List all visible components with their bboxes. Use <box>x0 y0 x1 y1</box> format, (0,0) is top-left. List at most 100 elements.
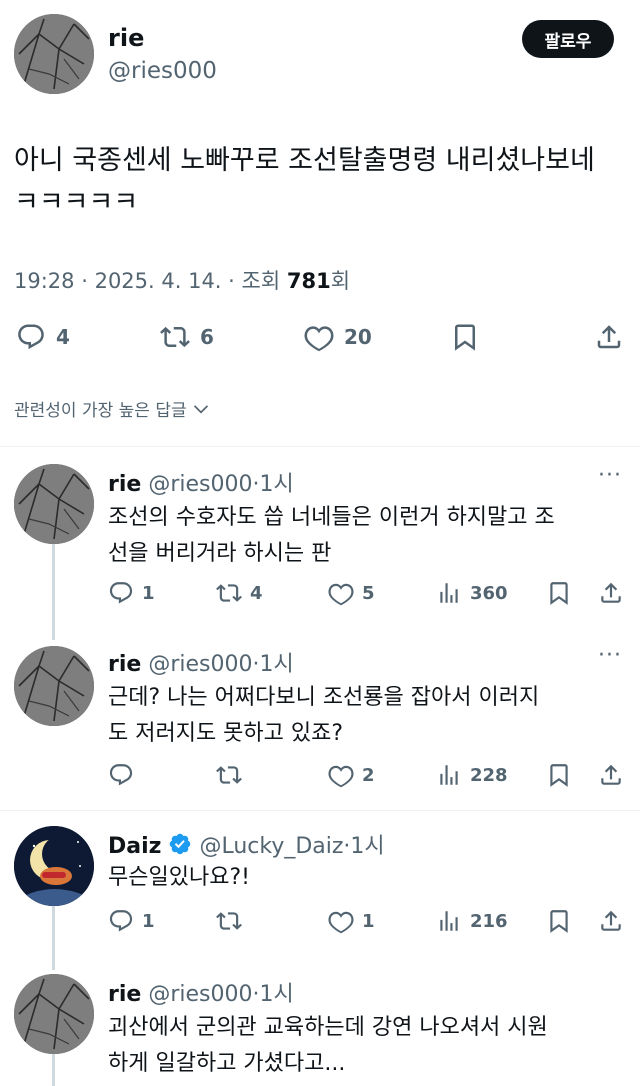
views-icon <box>436 580 462 606</box>
reply-avatar[interactable] <box>14 464 94 544</box>
reply-text: 근데? 나는 어쩌다보니 조선룡을 잡아서 이러지 도 저러지도 못하고 있죠? <box>108 680 638 752</box>
retweet-button[interactable]: 4 <box>216 580 263 606</box>
share-icon <box>598 762 624 788</box>
reply-author-name[interactable]: rie <box>108 982 141 1007</box>
views-button[interactable]: 216 <box>436 908 508 934</box>
reply-author-handle[interactable]: @ries000 <box>148 652 252 677</box>
divider <box>0 810 640 811</box>
share-icon <box>598 908 624 934</box>
retweet-button[interactable]: 6 <box>160 322 214 352</box>
reply-avatar[interactable] <box>14 826 94 906</box>
bookmark-button[interactable] <box>546 908 572 934</box>
avatar-image-icon <box>14 646 94 726</box>
like-count: 20 <box>344 325 372 349</box>
author-avatar[interactable] <box>14 14 94 94</box>
reply-text: 괴산에서 군의관 교육하는데 강연 나오셔서 시원 하게 일갈하고 가셨다고..… <box>108 1010 638 1082</box>
reply-text-line: 근데? 나는 어쩌다보니 조선룡을 잡아서 이러지 <box>108 685 540 710</box>
reply-text-line: 괴산에서 군의관 교육하는데 강연 나오셔서 시원 <box>108 1015 548 1040</box>
reply-header: rie @ries000·1시 <box>108 976 294 1008</box>
reply-icon <box>108 580 134 606</box>
tweet-date[interactable]: 2025. 4. 14. <box>95 269 222 293</box>
retweet-button[interactable] <box>216 908 242 934</box>
reply-text-line: 선을 버리거라 하시는 판 <box>108 541 332 566</box>
more-options-button[interactable]: ··· <box>598 463 622 488</box>
retweet-icon <box>216 908 242 934</box>
reply-time[interactable]: 1시 <box>259 472 293 497</box>
author-handle[interactable]: @ries000 <box>108 58 217 84</box>
share-button[interactable] <box>598 762 624 788</box>
bookmark-button[interactable] <box>546 762 572 788</box>
verified-badge-icon <box>168 832 192 856</box>
reply-author-handle[interactable]: @Lucky_Daiz <box>199 834 343 859</box>
reply-text-line: 도 저러지도 못하고 있죠? <box>108 721 344 746</box>
tweet-time[interactable]: 19:28 <box>14 269 75 293</box>
like-count: 2 <box>362 764 375 786</box>
thread-line <box>52 1050 55 1086</box>
views-count: 781 <box>286 269 331 293</box>
like-button[interactable]: 5 <box>328 580 375 606</box>
reply-author-name[interactable]: rie <box>108 652 141 677</box>
author-name[interactable]: rie <box>108 24 144 52</box>
reply-author-name[interactable]: rie <box>108 472 141 497</box>
share-button[interactable] <box>594 322 624 352</box>
like-button[interactable]: 2 <box>328 762 375 788</box>
reply-text: 조선의 수호자도 씁 너네들은 이런거 하지말고 조 선을 버리거라 하시는 판 <box>108 500 638 572</box>
reply-icon <box>108 908 134 934</box>
like-button[interactable]: 1 <box>328 908 375 934</box>
bookmark-button[interactable] <box>546 580 572 606</box>
reply-count: 1 <box>142 582 155 604</box>
reply-sort-dropdown[interactable]: 관련성이 가장 높은 답글 <box>14 396 211 421</box>
tweet-text-line: ㅋㅋㅋㅋㅋ <box>14 187 139 218</box>
retweet-icon <box>216 762 242 788</box>
meta-separator: · <box>81 269 95 293</box>
share-icon <box>598 580 624 606</box>
retweet-count: 6 <box>200 325 214 349</box>
avatar-image-icon <box>14 464 94 544</box>
reply-time[interactable]: 1시 <box>350 834 384 859</box>
reply-button[interactable] <box>108 762 134 788</box>
reply-author-handle[interactable]: @ries000 <box>148 982 252 1007</box>
reply-header: rie @ries000·1시 <box>108 466 294 498</box>
bookmark-icon <box>546 908 572 934</box>
reply-button[interactable]: 1 <box>108 580 155 606</box>
reply-count: 4 <box>56 325 70 349</box>
follow-button[interactable]: 팔로우 <box>522 20 614 58</box>
retweet-count: 4 <box>250 582 263 604</box>
chevron-down-icon <box>191 399 211 419</box>
tweet-text-line: 아니 국종센세 노빠꾸로 조선탈출명령 내리셨나보네 <box>14 145 595 176</box>
reply-button[interactable]: 4 <box>16 322 70 352</box>
reply-text: 무슨일있나요?! <box>108 860 638 896</box>
more-options-button[interactable]: ··· <box>598 643 622 668</box>
bookmark-icon <box>546 762 572 788</box>
reply-author-handle[interactable]: @ries000 <box>148 472 252 497</box>
reply-avatar[interactable] <box>14 974 94 1054</box>
reply-count: 1 <box>142 910 155 932</box>
meta-separator: · <box>228 269 242 293</box>
share-button[interactable] <box>598 580 624 606</box>
views-count: 360 <box>470 582 508 604</box>
share-icon <box>594 322 624 352</box>
views-button[interactable]: 360 <box>436 580 508 606</box>
reply-header: rie @ries000·1시 <box>108 646 294 678</box>
avatar-image-icon <box>14 14 94 94</box>
reply-time[interactable]: 1시 <box>259 982 293 1007</box>
views-suffix: 회 <box>330 269 351 293</box>
reply-sort-label: 관련성이 가장 높은 답글 <box>14 401 187 421</box>
share-button[interactable] <box>598 908 624 934</box>
reply-icon <box>16 322 46 352</box>
reply-author-name[interactable]: Daiz <box>108 834 161 859</box>
retweet-icon <box>216 580 242 606</box>
bookmark-icon <box>450 322 480 352</box>
reply-time[interactable]: 1시 <box>259 652 293 677</box>
like-count: 1 <box>362 910 375 932</box>
views-icon <box>436 908 462 934</box>
like-button[interactable]: 20 <box>304 322 372 352</box>
bookmark-button[interactable] <box>450 322 480 352</box>
reply-icon <box>108 762 134 788</box>
reply-button[interactable]: 1 <box>108 908 155 934</box>
reply-avatar[interactable] <box>14 646 94 726</box>
views-icon <box>436 762 462 788</box>
retweet-button[interactable] <box>216 762 242 788</box>
tweet-meta: 19:28 · 2025. 4. 14. · 조회 781회 <box>14 265 350 295</box>
views-button[interactable]: 228 <box>436 762 508 788</box>
